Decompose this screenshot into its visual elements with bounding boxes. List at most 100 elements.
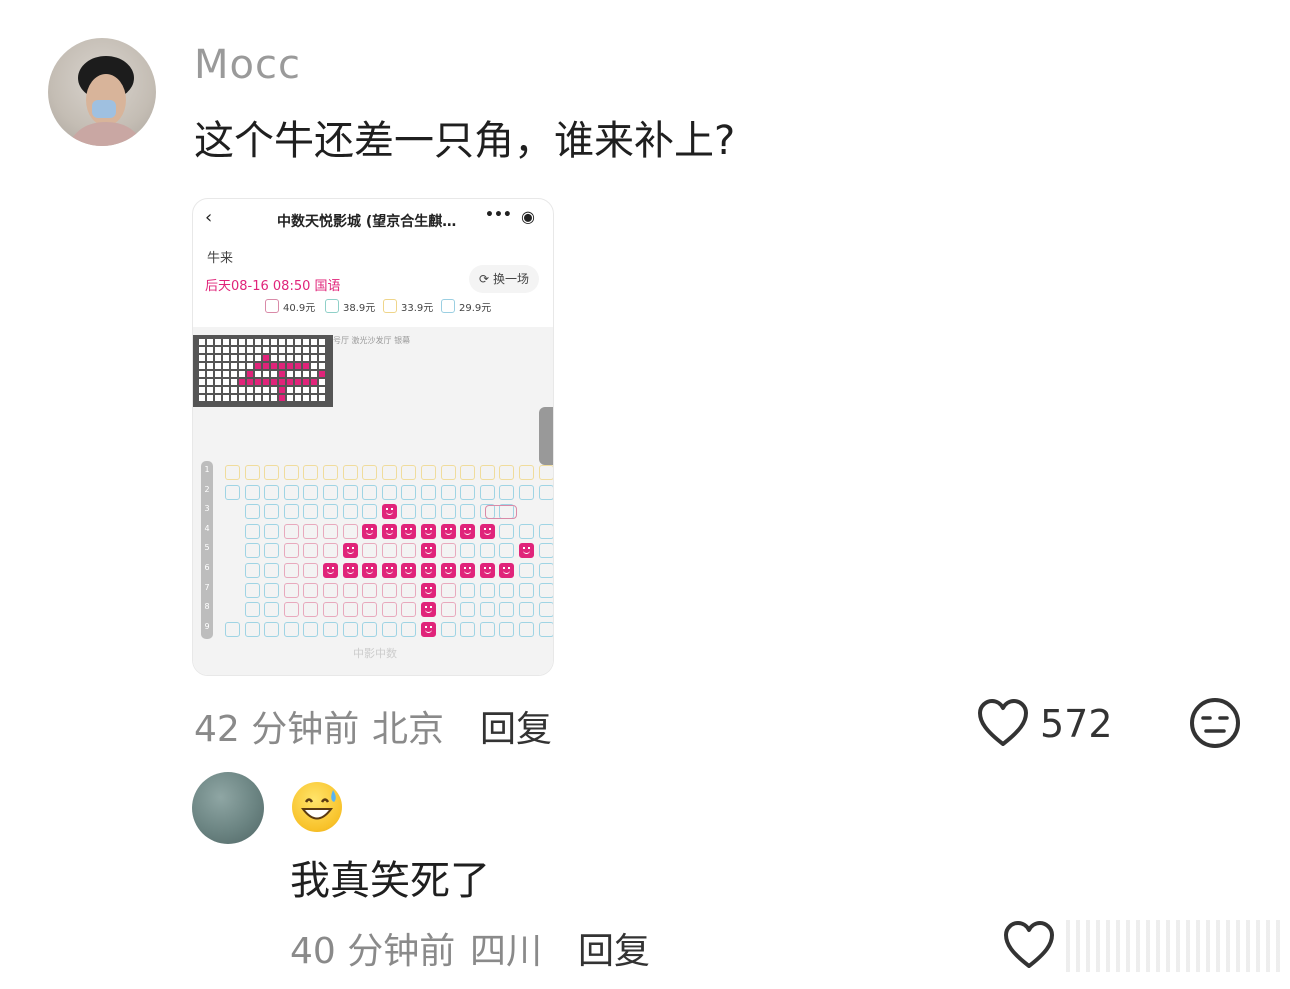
like-button[interactable]	[1002, 920, 1056, 974]
seat	[479, 582, 495, 598]
seat	[283, 602, 299, 618]
username[interactable]: Mocc	[194, 42, 301, 88]
minimap-seat	[223, 395, 229, 401]
seat	[381, 621, 397, 637]
seat	[264, 504, 280, 520]
comment-time: 42 分钟前	[194, 709, 360, 750]
heart-icon	[1004, 921, 1054, 968]
selected-seat	[421, 621, 436, 637]
minimap-seat	[247, 355, 253, 361]
reply-comment-text: 我真笑死了	[290, 858, 490, 904]
minimap-seat	[239, 371, 245, 377]
seat	[479, 465, 495, 480]
mini-nav-title: 中数天悦影城 (望京合生麒…	[277, 214, 457, 230]
seat	[283, 465, 299, 480]
minimap-seat	[231, 363, 237, 369]
minimap-seat	[311, 363, 317, 369]
price-swatch	[265, 299, 279, 313]
selected-seat	[519, 543, 534, 559]
seat	[538, 602, 553, 618]
minimap-seat	[199, 379, 205, 385]
row-number: 2	[204, 484, 210, 494]
selected-seat	[381, 563, 397, 578]
seat	[460, 484, 476, 500]
seat	[342, 504, 358, 520]
seat	[283, 504, 299, 520]
seat	[519, 563, 534, 578]
user-avatar[interactable]	[192, 772, 264, 844]
minimap-seat	[215, 387, 221, 393]
minimap-seat	[207, 379, 213, 385]
minimap-seat	[207, 355, 213, 361]
seat	[244, 621, 260, 637]
price-label: 33.9元	[401, 303, 434, 314]
seat	[264, 523, 280, 539]
seat	[303, 602, 319, 618]
seat	[479, 602, 495, 618]
minimap-seat	[215, 347, 221, 353]
row-number-bar: 1 2 3 4 5 6 7 8 9	[201, 461, 213, 639]
reply-button[interactable]: 回复	[480, 700, 552, 752]
selected-seat	[381, 504, 397, 520]
minimap-seat	[239, 387, 245, 393]
change-show-button: ⟳ 换一场	[469, 265, 539, 293]
selected-seat	[421, 543, 436, 559]
minimap-seat	[223, 363, 229, 369]
selected-seat	[421, 582, 436, 598]
seat	[381, 543, 397, 559]
seat	[225, 621, 240, 637]
seat	[440, 484, 456, 500]
minimap-seat	[223, 387, 229, 393]
minimap-seat	[215, 339, 221, 345]
selected-seat	[421, 523, 436, 539]
couple-seat	[485, 505, 517, 519]
seat	[421, 504, 436, 520]
user-avatar[interactable]	[48, 38, 156, 146]
selected-seat	[342, 543, 358, 559]
seat	[244, 523, 260, 539]
seat	[381, 484, 397, 500]
seat	[519, 621, 534, 637]
attached-image[interactable]: ‹ 中数天悦影城 (望京合生麒… ••• ◉ 牛来 后天08-16 08:50 …	[192, 198, 554, 676]
minimap-seat	[319, 339, 325, 345]
minimap-seat	[303, 387, 309, 393]
minimap-seat	[263, 379, 269, 385]
minimap-seat	[287, 387, 293, 393]
hall-label: 号厅 激光沙发厅 银幕	[333, 336, 411, 345]
reaction-button[interactable]	[1188, 696, 1242, 754]
seat	[538, 465, 553, 480]
minimap-seat	[295, 379, 301, 385]
minimap-seat	[279, 387, 285, 393]
minimap-seat	[287, 363, 293, 369]
seat	[401, 543, 417, 559]
minimap-seat	[239, 379, 245, 385]
seat	[499, 543, 515, 559]
minimap-seat	[255, 339, 261, 345]
price-label: 40.9元	[283, 303, 316, 314]
selected-seat	[421, 602, 436, 618]
minimap-seat	[295, 347, 301, 353]
minimap-seat	[303, 347, 309, 353]
minimap-seat	[303, 371, 309, 377]
like-button[interactable]	[976, 698, 1030, 752]
minimap-seat	[223, 347, 229, 353]
row-number: 5	[204, 543, 210, 553]
seat	[264, 621, 280, 637]
seat	[323, 504, 338, 520]
minimap-seat	[199, 339, 205, 345]
minimap-seat	[255, 379, 261, 385]
minimap-seat	[199, 395, 205, 401]
minimap-seat	[207, 371, 213, 377]
seat	[440, 543, 456, 559]
minimap-seat	[247, 347, 253, 353]
row-number: 1	[204, 465, 210, 474]
minimap-seat	[279, 379, 285, 385]
minimap-seat	[279, 371, 285, 377]
minimap-seat	[239, 355, 245, 361]
minimap-seat	[263, 371, 269, 377]
reply-button[interactable]: 回复	[578, 922, 650, 974]
mini-nav-bar: ‹ 中数天悦影城 (望京合生麒… ••• ◉	[193, 199, 553, 239]
seat	[244, 582, 260, 598]
minimap-seat	[223, 339, 229, 345]
comment-location: 四川	[470, 931, 543, 972]
